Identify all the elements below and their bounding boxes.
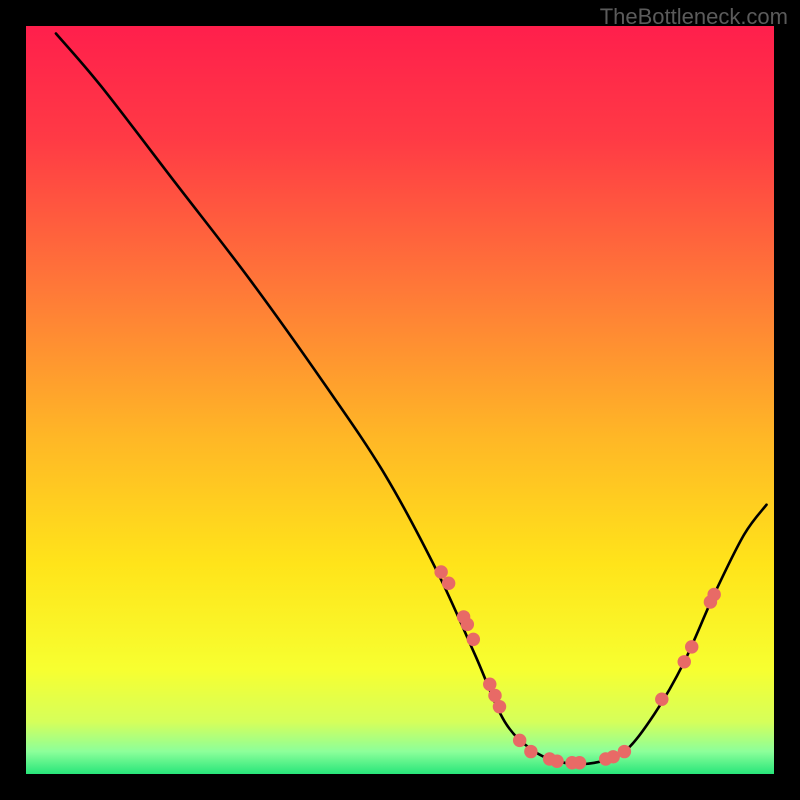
data-marker — [678, 655, 691, 668]
data-markers — [434, 565, 720, 769]
data-marker — [493, 700, 506, 713]
data-marker — [434, 565, 447, 578]
data-marker — [655, 692, 668, 705]
data-marker — [550, 755, 563, 768]
data-marker — [524, 745, 537, 758]
data-marker — [573, 756, 586, 769]
data-marker — [513, 734, 526, 747]
bottleneck-curve-plot — [26, 26, 774, 774]
watermark-text: TheBottleneck.com — [600, 4, 788, 30]
data-marker — [467, 633, 480, 646]
data-marker — [442, 577, 455, 590]
data-marker — [618, 745, 631, 758]
data-marker — [461, 618, 474, 631]
data-marker — [707, 588, 720, 601]
curve-line — [56, 33, 767, 764]
data-marker — [685, 640, 698, 653]
chart-frame — [26, 26, 774, 774]
